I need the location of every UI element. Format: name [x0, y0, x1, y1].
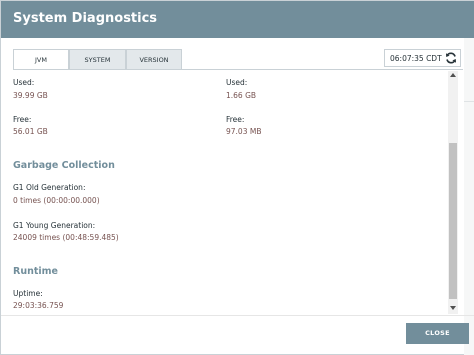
close-button[interactable]: CLOSE — [406, 323, 469, 344]
dialog-header: System Diagnostics — [1, 1, 474, 38]
background-page-strip — [464, 38, 474, 355]
scroll-down-arrow-icon[interactable] — [450, 306, 456, 310]
scroll-up-arrow-icon[interactable] — [450, 73, 456, 77]
tab-system[interactable]: SYSTEM — [69, 49, 126, 70]
gc-old-label: G1 Old Generation: — [13, 183, 86, 192]
tab-jvm[interactable]: JVM — [13, 49, 69, 70]
tab-version[interactable]: VERSION — [126, 49, 182, 70]
non-heap-used-label: Used: — [226, 78, 248, 87]
gc-young-value: 24009 times (00:48:59.485) — [13, 233, 119, 242]
system-diagnostics-dialog: System Diagnostics JVM SYSTEM VERSION 06… — [0, 0, 474, 355]
gc-young-label: G1 Young Generation: — [13, 221, 96, 230]
dialog-title: System Diagnostics — [13, 11, 158, 26]
heap-used-value: 39.99 GB — [13, 91, 48, 100]
background-page-divider — [464, 101, 474, 102]
non-heap-free-label: Free: — [226, 115, 245, 124]
garbage-collection-title: Garbage Collection — [13, 160, 115, 171]
tab-divider — [13, 69, 463, 70]
uptime-value: 29:03:36.759 — [13, 301, 64, 310]
diagnostics-content[interactable]: Used: 39.99 GB Used: 1.66 GB Free: 56.01… — [1, 71, 447, 314]
refresh-icon[interactable] — [444, 51, 458, 65]
scrollbar-thumb[interactable] — [449, 143, 457, 299]
heap-used-label: Used: — [13, 78, 35, 87]
gc-old-value: 0 times (00:00:00.000) — [13, 196, 100, 205]
non-heap-used-value: 1.66 GB — [226, 91, 257, 100]
heap-free-value: 56.01 GB — [13, 127, 48, 136]
timestamp-text: 06:07:35 CDT — [390, 54, 442, 63]
heap-free-label: Free: — [13, 115, 32, 124]
uptime-label: Uptime: — [13, 289, 43, 298]
runtime-title: Runtime — [13, 266, 58, 277]
footer-divider — [1, 315, 474, 316]
non-heap-free-value: 97.03 MB — [226, 127, 262, 136]
